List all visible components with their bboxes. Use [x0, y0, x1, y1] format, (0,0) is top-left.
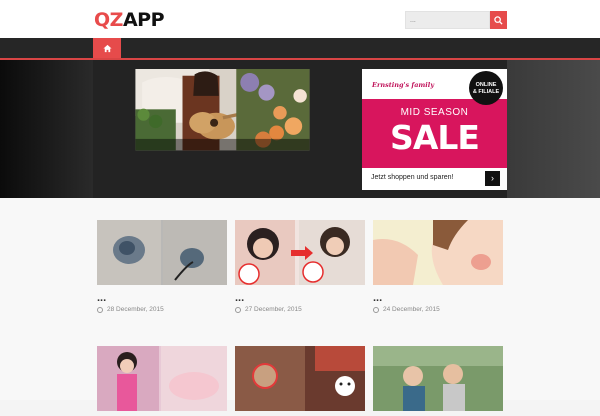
post-title[interactable]: ... — [97, 292, 106, 304]
ad-mid-season: MID SEASON — [400, 107, 469, 118]
ad-brand: Ernsting's family — [372, 81, 435, 89]
nav-home-button[interactable] — [93, 38, 121, 58]
ad-badge-line2: & FILIALE — [472, 89, 500, 95]
post-thumbnail[interactable] — [235, 346, 365, 411]
post-card: ... 27 December, 2015 — [235, 220, 365, 313]
post-thumbnail[interactable] — [373, 220, 503, 285]
post-card — [373, 346, 503, 416]
post-card: ... 24 December, 2015 — [373, 220, 503, 313]
hero-right-backdrop — [507, 60, 600, 198]
post-meta: 27 December, 2015 — [235, 306, 302, 313]
home-icon — [102, 44, 112, 52]
post-card: ... 28 December, 2015 — [97, 220, 227, 313]
ad-cta-text: Jetzt shoppen und sparen! — [371, 174, 454, 181]
post-thumbnail[interactable] — [235, 220, 365, 285]
post-meta: 24 December, 2015 — [373, 306, 440, 313]
site-logo[interactable]: QZAPP — [94, 9, 165, 31]
clock-icon — [97, 306, 103, 313]
ad-badge-line1: ONLINE — [475, 82, 497, 88]
main-nav — [0, 38, 600, 60]
ad-sale: SALE — [390, 118, 480, 157]
post-date: 27 December, 2015 — [245, 306, 302, 313]
logo-qz: QZ — [94, 9, 123, 31]
clock-icon — [373, 306, 379, 313]
post-thumbnail[interactable] — [97, 346, 227, 411]
post-thumbnail[interactable] — [97, 220, 227, 285]
post-title[interactable]: ... — [373, 292, 382, 304]
post-title[interactable]: ... — [235, 292, 244, 304]
ad-badge: ONLINE & FILIALE — [469, 71, 503, 105]
site-header: QZAPP — [0, 0, 600, 38]
search-input[interactable] — [405, 11, 490, 29]
clock-icon — [235, 306, 241, 313]
post-date: 24 December, 2015 — [383, 306, 440, 313]
featured-slide-image[interactable] — [93, 69, 352, 190]
post-card — [97, 346, 227, 416]
ad-cta-bar: Jetzt shoppen und sparen! › — [362, 168, 507, 190]
search-icon — [494, 15, 503, 25]
logo-app: APP — [122, 9, 165, 31]
post-thumbnail[interactable] — [373, 346, 503, 411]
search-form — [405, 11, 507, 29]
post-meta: 28 December, 2015 — [97, 306, 164, 313]
search-button[interactable] — [490, 11, 507, 29]
advertisement-banner[interactable]: Ernsting's family ONLINE & FILIALE MID S… — [362, 69, 507, 190]
post-date: 28 December, 2015 — [107, 306, 164, 313]
ad-arrow-icon[interactable]: › — [485, 171, 500, 186]
hero-left-backdrop — [0, 60, 93, 198]
post-card — [235, 346, 365, 416]
